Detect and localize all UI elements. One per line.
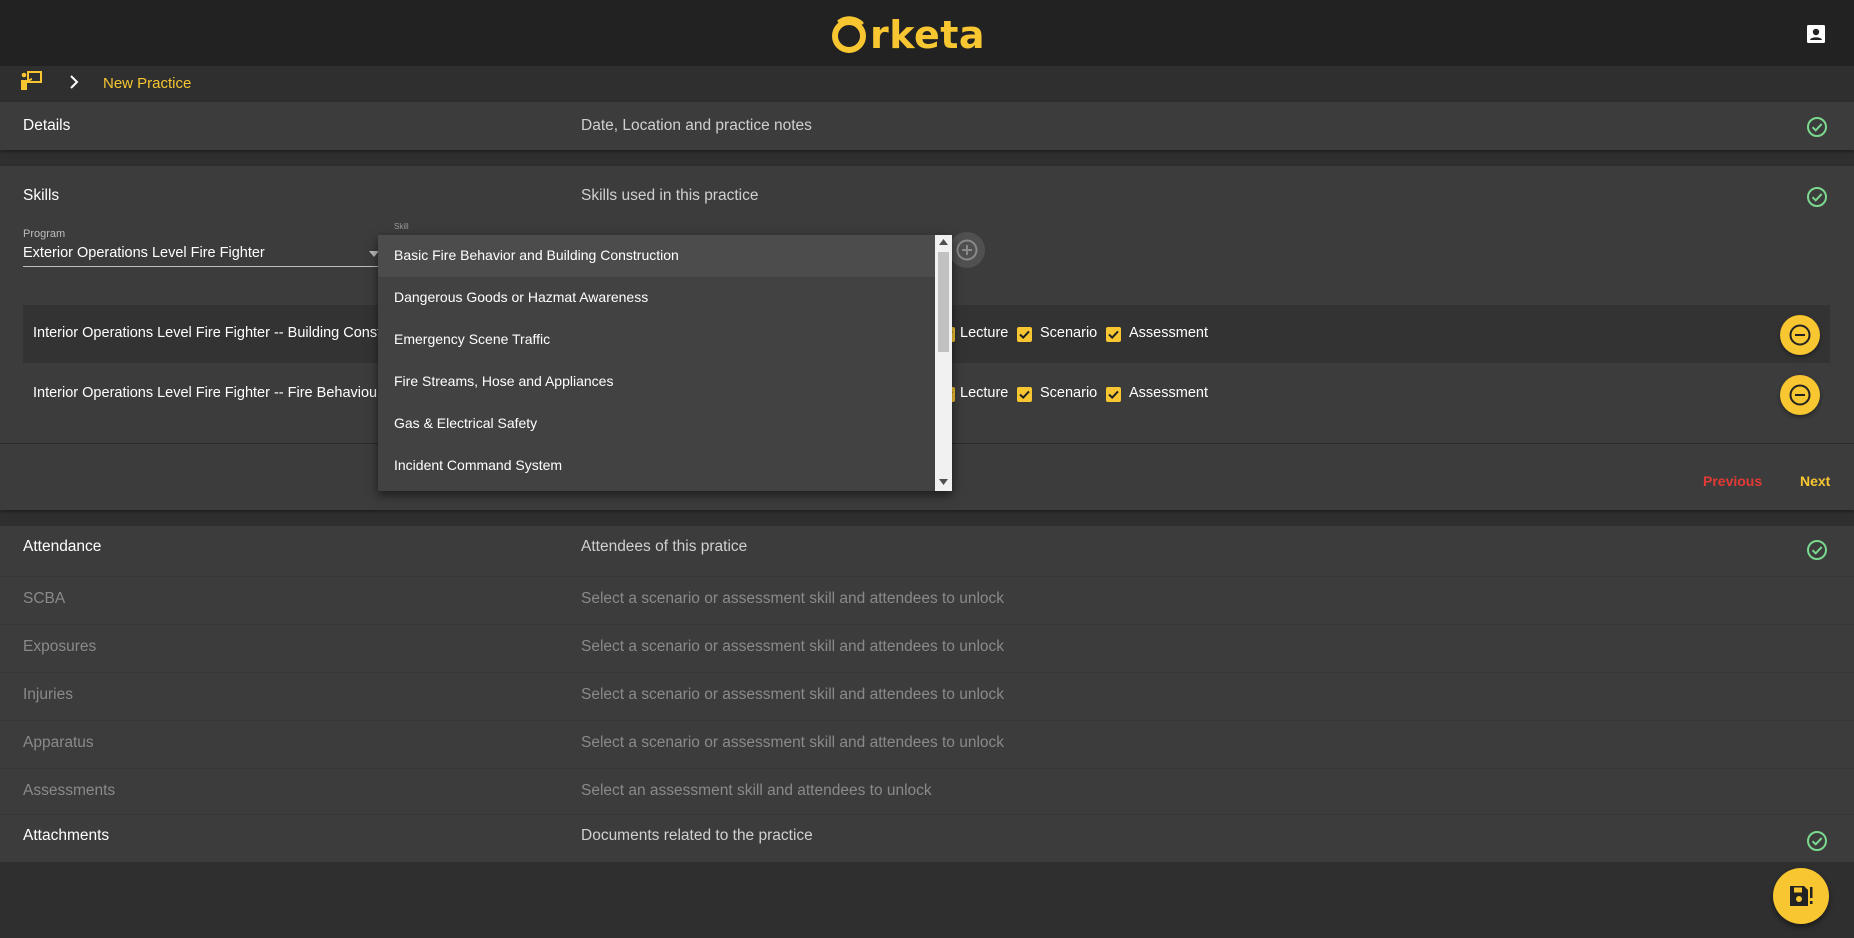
exposures-subtitle: Select a scenario or assessment skill an… xyxy=(581,638,1005,655)
check-circle-icon xyxy=(1807,831,1827,851)
details-title: Details xyxy=(23,117,71,134)
attendance-title: Attendance xyxy=(23,538,102,555)
skill-dropdown[interactable]: Basic Fire Behavior and Building Constru… xyxy=(378,235,952,491)
injuries-title: Injuries xyxy=(23,686,73,703)
assessments-section: Assessments Select an assessment skill a… xyxy=(0,769,1854,814)
skill-option-label: Incident Command System xyxy=(394,457,563,473)
lecture-label: Lecture xyxy=(960,385,1009,401)
scenario-label: Scenario xyxy=(1040,385,1098,401)
lower-sections: Attendance Attendees of this pratice SCB… xyxy=(0,526,1854,862)
scroll-down-arrow-icon[interactable] xyxy=(939,479,948,485)
exposures-title: Exposures xyxy=(23,638,97,655)
breadcrumb-current: New Practice xyxy=(103,75,192,92)
account-box-icon[interactable] xyxy=(1806,24,1826,44)
skill-label: Skill xyxy=(394,222,409,231)
checkmark-icon xyxy=(1019,330,1030,340)
skill-options-list: Basic Fire Behavior and Building Constru… xyxy=(378,235,935,491)
save-alert-icon xyxy=(1790,886,1813,906)
skill-option[interactable]: Fire Streams, Hose and Appliances xyxy=(378,361,935,403)
skill-option-label: Dangerous Goods or Hazmat Awareness xyxy=(394,289,649,305)
exposures-section: Exposures Select a scenario or assessmen… xyxy=(0,625,1854,672)
scrollbar-thumb[interactable] xyxy=(938,252,949,352)
attachments-section[interactable]: Attachments Documents related to the pra… xyxy=(0,815,1854,862)
skill-option-label: Gas & Electrical Safety xyxy=(394,415,538,431)
scba-subtitle: Select a scenario or assessment skill an… xyxy=(581,590,1005,607)
checkmark-icon xyxy=(1108,330,1119,340)
remove-skill-button[interactable] xyxy=(1780,315,1820,355)
attendance-section[interactable]: Attendance Attendees of this pratice xyxy=(0,526,1854,576)
assessments-subtitle: Select an assessment skill and attendees… xyxy=(581,782,932,799)
breadcrumb: New Practice xyxy=(0,66,1854,102)
check-circle-icon xyxy=(1807,187,1827,207)
add-circle-icon xyxy=(956,239,978,261)
add-skill-button[interactable] xyxy=(949,232,985,268)
attachments-title: Attachments xyxy=(23,827,110,844)
chevron-right-icon xyxy=(70,75,79,89)
assessment-checkbox[interactable] xyxy=(1106,327,1121,342)
skills-subtitle: Skills used in this practice xyxy=(581,187,759,204)
skill-option-label: Fire Streams, Hose and Appliances xyxy=(394,373,614,389)
logo-text: rketa xyxy=(870,13,986,57)
assessment-label: Assessment xyxy=(1129,385,1208,401)
assessment-checkbox[interactable] xyxy=(1106,387,1121,402)
skill-option-label: Emergency Scene Traffic xyxy=(394,331,551,347)
remove-circle-icon xyxy=(1789,384,1811,406)
check-circle-icon xyxy=(1807,117,1827,137)
orketa-ring-logo-icon xyxy=(832,16,866,53)
attendance-subtitle: Attendees of this pratice xyxy=(581,538,748,555)
details-subtitle: Date, Location and practice notes xyxy=(581,117,812,134)
checkmark-icon xyxy=(1019,390,1030,400)
checkmark-icon xyxy=(1108,390,1119,400)
lecture-label: Lecture xyxy=(960,325,1009,341)
apparatus-subtitle: Select a scenario or assessment skill an… xyxy=(581,734,1005,751)
skill-row-name: Interior Operations Level Fire Fighter -… xyxy=(33,385,382,401)
scenario-label: Scenario xyxy=(1040,325,1098,341)
scba-section: SCBA Select a scenario or assessment ski… xyxy=(0,577,1854,624)
program-label: Program xyxy=(23,228,66,240)
skill-option-label: Basic Fire Behavior and Building Constru… xyxy=(394,247,679,263)
previous-button[interactable]: Previous xyxy=(1703,473,1762,489)
save-fab-button[interactable] xyxy=(1773,868,1829,924)
remove-circle-icon xyxy=(1789,324,1811,346)
skills-title: Skills xyxy=(23,187,60,204)
skill-option[interactable]: Basic Fire Behavior and Building Constru… xyxy=(378,235,935,277)
scenario-checkbox[interactable] xyxy=(1017,327,1032,342)
assessments-title: Assessments xyxy=(23,782,116,799)
dropdown-scrollbar[interactable] xyxy=(935,235,952,491)
attachments-subtitle: Documents related to the practice xyxy=(581,827,813,844)
instructor-board-icon[interactable] xyxy=(19,69,43,93)
skill-option[interactable]: Gas & Electrical Safety xyxy=(378,403,935,445)
app-header: rketa xyxy=(0,0,1854,66)
assessment-label: Assessment xyxy=(1129,325,1208,341)
next-button[interactable]: Next xyxy=(1800,473,1830,489)
app-logo[interactable]: rketa xyxy=(830,13,985,57)
program-value: Exterior Operations Level Fire Fighter xyxy=(23,245,265,261)
apparatus-title: Apparatus xyxy=(23,734,94,751)
details-section[interactable]: Details Date, Location and practice note… xyxy=(0,102,1854,150)
scba-title: SCBA xyxy=(23,590,66,607)
skill-option[interactable]: Incident Command System xyxy=(378,445,935,487)
apparatus-section: Apparatus Select a scenario or assessmen… xyxy=(0,721,1854,768)
skill-option[interactable]: Dangerous Goods or Hazmat Awareness xyxy=(378,277,935,319)
remove-skill-button[interactable] xyxy=(1780,375,1820,415)
skill-row-name: Interior Operations Level Fire Fighter -… xyxy=(33,325,403,341)
scenario-checkbox[interactable] xyxy=(1017,387,1032,402)
injuries-section: Injuries Select a scenario or assessment… xyxy=(0,673,1854,720)
injuries-subtitle: Select a scenario or assessment skill an… xyxy=(581,686,1005,703)
program-select[interactable]: Exterior Operations Level Fire Fighter xyxy=(23,245,383,267)
check-circle-icon xyxy=(1807,540,1827,560)
skill-option[interactable]: Emergency Scene Traffic xyxy=(378,319,935,361)
scroll-up-arrow-icon[interactable] xyxy=(939,239,948,245)
